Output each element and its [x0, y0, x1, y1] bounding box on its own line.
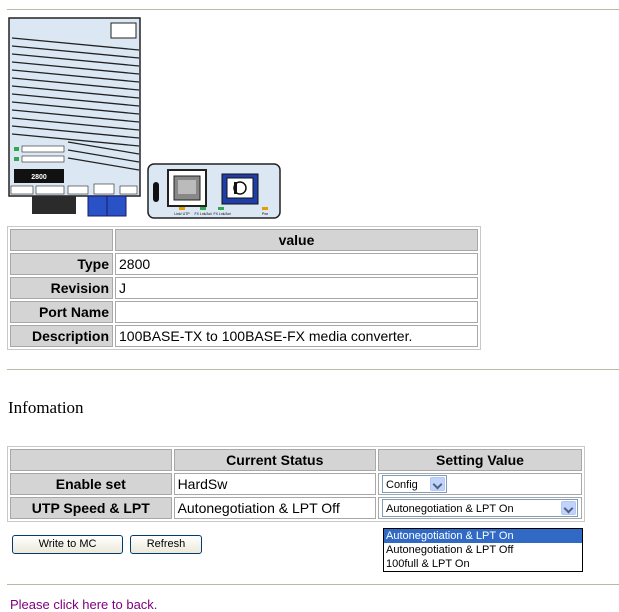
table-row: Enable set HardSw Config: [10, 473, 582, 495]
status-header-current: Current Status: [173, 449, 376, 471]
table-row: Description 100BASE-TX to 100BASE-FX med…: [10, 325, 478, 347]
bottom-divider: [7, 584, 619, 586]
dropdown-option-autoneg-lpt-on[interactable]: Autonegotiation & LPT On: [384, 529, 582, 543]
status-table: Current Status Setting Value Enable set …: [7, 446, 585, 522]
table-row: Revision J: [10, 277, 478, 299]
enable-set-selected-value: Config: [386, 479, 418, 492]
device-info-table: value Type 2800 Revision J Port Name Des…: [7, 226, 481, 350]
port-label-link-utp: Link/ UTP: [174, 212, 190, 216]
dropdown-option-autoneg-lpt-off[interactable]: Autonegotiation & LPT Off: [384, 543, 582, 557]
row-value-port-name: [115, 301, 478, 323]
row-value-revision: J: [115, 277, 478, 299]
row-value-description: 100BASE-TX to 100BASE-FX media converter…: [115, 325, 478, 347]
device-illustration: 2800 Link/ UTP FX Lnk/Act FX Lnk/Act Pwr: [8, 17, 281, 219]
status-header-setting: Setting Value: [378, 449, 582, 471]
top-divider: [7, 9, 619, 11]
current-enable-set: HardSw: [173, 473, 376, 495]
row-label-description: Description: [10, 325, 113, 347]
info-header-value: value: [115, 229, 478, 251]
chevron-down-icon[interactable]: [430, 477, 445, 492]
utp-speed-dropdown-list[interactable]: Autonegotiation & LPT On Autonegotiation…: [383, 528, 583, 572]
table-row: UTP Speed & LPT Autonegotiation & LPT Of…: [10, 497, 582, 519]
row-label-revision: Revision: [10, 277, 113, 299]
status-header-blank: [10, 449, 172, 471]
dropdown-option-100full-lpt-on[interactable]: 100full & LPT On: [384, 557, 582, 571]
back-link[interactable]: Please click here to back.: [10, 597, 157, 612]
row-label-utp-speed: UTP Speed & LPT: [10, 497, 172, 519]
model-label: 2800: [31, 174, 47, 181]
setting-cell-utp-speed: Autonegotiation & LPT On: [378, 497, 582, 519]
section-heading: Infomation: [8, 398, 84, 417]
row-value-type: 2800: [115, 253, 478, 275]
refresh-button[interactable]: Refresh: [130, 535, 202, 554]
row-label-port-name: Port Name: [10, 301, 113, 323]
port-label-pwr: Pwr: [262, 212, 269, 216]
utp-speed-selected-value: Autonegotiation & LPT On: [386, 503, 514, 516]
port-label-fx-2: FX Lnk/Act: [213, 212, 230, 216]
port-label-fx-1: FX Lnk/Act: [194, 212, 211, 216]
row-label-enable-set: Enable set: [10, 473, 172, 495]
write-to-mc-button[interactable]: Write to MC: [12, 535, 123, 554]
chevron-down-icon[interactable]: [561, 501, 576, 516]
middle-divider: [7, 369, 619, 371]
enable-set-select[interactable]: Config: [382, 475, 447, 494]
current-utp-speed: Autonegotiation & LPT Off: [173, 497, 376, 519]
table-row: Port Name: [10, 301, 478, 323]
utp-speed-select[interactable]: Autonegotiation & LPT On: [382, 499, 578, 518]
row-label-type: Type: [10, 253, 113, 275]
info-header-blank: [10, 229, 113, 251]
table-row: Type 2800: [10, 253, 478, 275]
setting-cell-enable-set: Config: [378, 473, 582, 495]
